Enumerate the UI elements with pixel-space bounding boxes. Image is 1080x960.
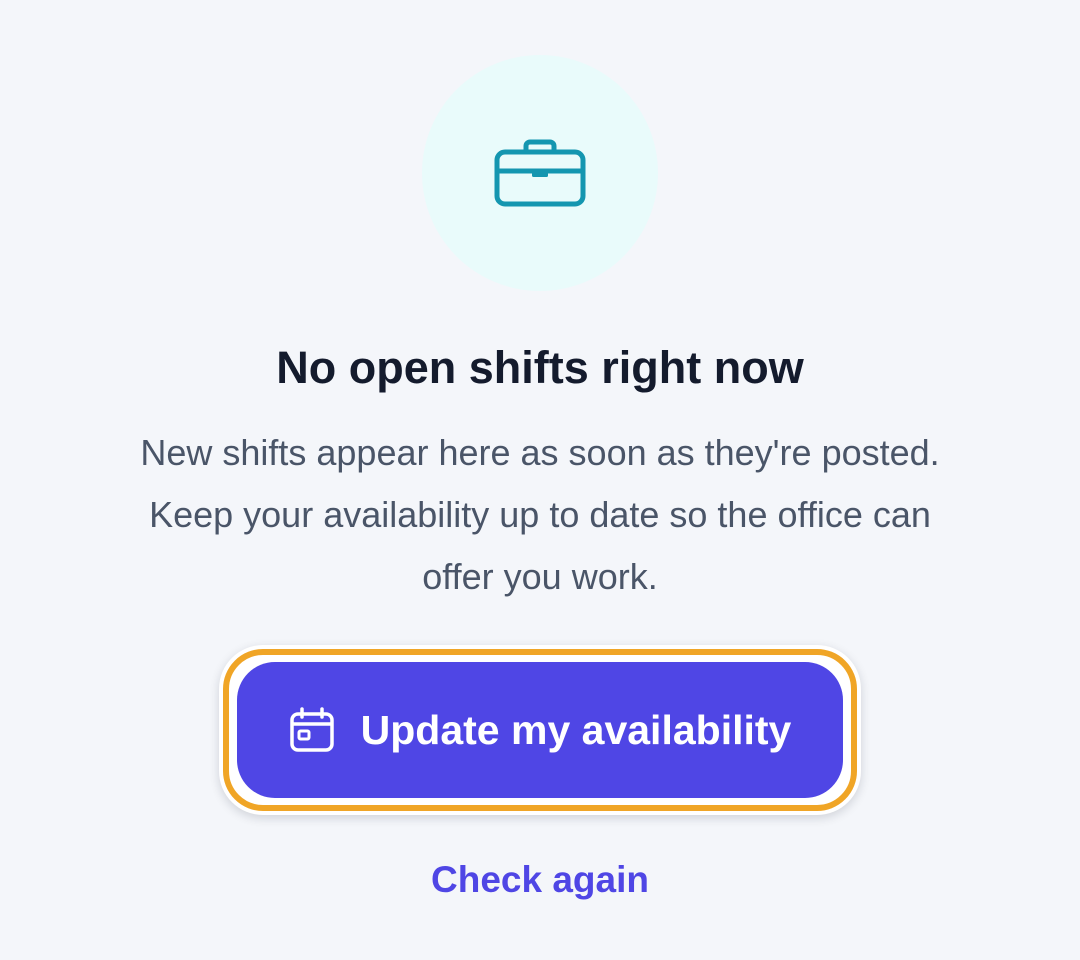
update-availability-label: Update my availability (360, 706, 792, 753)
calendar-icon (289, 707, 334, 752)
empty-state-description: New shifts appear here as soon as they'r… (140, 432, 940, 597)
update-availability-button[interactable]: Update my availability (237, 662, 843, 798)
check-again-link[interactable]: Check again (340, 850, 740, 910)
empty-state-title: No open shifts right now (276, 342, 804, 393)
empty-state: No open shifts right now New shifts appe… (0, 0, 1080, 960)
briefcase-icon-badge (422, 55, 658, 291)
briefcase-icon (494, 139, 586, 207)
